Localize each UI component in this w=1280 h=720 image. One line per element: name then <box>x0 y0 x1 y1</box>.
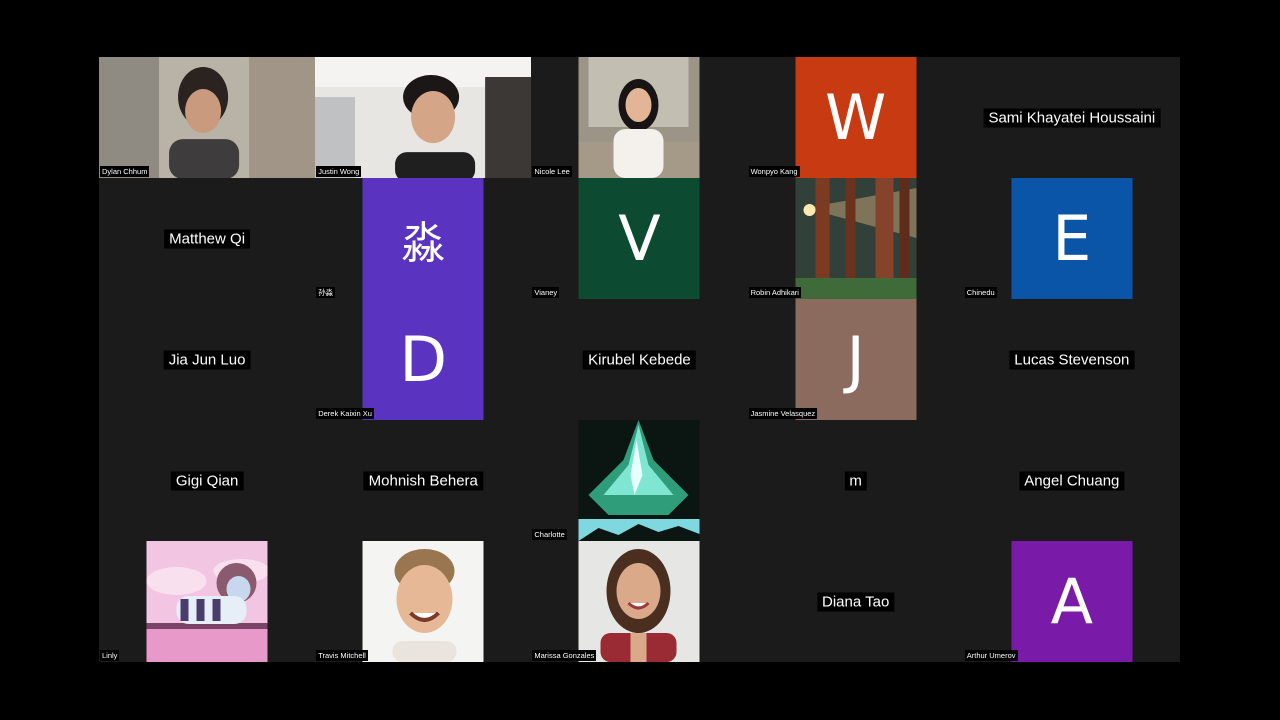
participant-tile-dylan-chhum[interactable]: Dylan Chhum <box>99 57 316 178</box>
avatar-image <box>362 541 484 662</box>
participant-tile-lucas-stevenson[interactable]: Lucas Stevenson <box>963 299 1180 420</box>
participant-tile-wonpyo-kang[interactable]: W Wonpyo Kang <box>747 57 964 178</box>
participant-name: Jasmine Velasquez <box>748 408 818 419</box>
avatar: W <box>795 57 917 178</box>
avatar: J <box>795 299 917 420</box>
participant-name: Travis Mitchell <box>316 650 368 661</box>
avatar: E <box>1011 178 1133 299</box>
avatar: 淼 <box>362 178 484 299</box>
participant-tile-gigi-qian[interactable]: Gigi Qian <box>99 420 316 541</box>
participant-tile-vianey[interactable]: V Vianey <box>531 178 748 299</box>
participant-name: Charlotte <box>532 529 567 540</box>
video-gallery: Dylan Chhum Justin Wong Nicole Lee W Won… <box>99 57 1180 662</box>
participant-tile-mohnish-behera[interactable]: Mohnish Behera <box>315 420 532 541</box>
participant-tile-jasmine-velasquez[interactable]: J Jasmine Velasquez <box>747 299 964 420</box>
participant-tile-m[interactable]: m <box>747 420 964 541</box>
participant-name: Chinedu <box>964 287 997 298</box>
participant-name: Linly <box>100 650 120 661</box>
participant-tile-justin-wong[interactable]: Justin Wong <box>315 57 532 178</box>
participant-tile-marissa-gonzales[interactable]: Marissa Gonzales <box>531 541 748 662</box>
participant-name: Angel Chuang <box>1019 471 1125 490</box>
participant-name: Justin Wong <box>316 166 362 177</box>
participant-name: Lucas Stevenson <box>1009 350 1135 369</box>
avatar: D <box>362 299 484 420</box>
participant-tile-linly[interactable]: Linly <box>99 541 316 662</box>
avatar: A <box>1011 541 1133 662</box>
participant-tile-diana-tao[interactable]: Diana Tao <box>747 541 964 662</box>
participant-tile-arthur-umerov[interactable]: A Arthur Umerov <box>963 541 1180 662</box>
video-feed <box>578 57 700 178</box>
participant-name: Vianey <box>532 287 560 298</box>
participant-name: Wonpyo Kang <box>748 166 800 177</box>
participant-name: Kirubel Kebede <box>583 350 696 369</box>
participant-name: m <box>844 471 867 490</box>
participant-tile-jia-jun-luo[interactable]: Jia Jun Luo <box>99 299 316 420</box>
participant-name: Matthew Qi <box>164 229 251 248</box>
avatar: V <box>578 178 700 299</box>
video-feed <box>315 57 532 178</box>
participant-tile-charlotte[interactable]: Charlotte <box>531 420 748 541</box>
participant-name: 孙淼 <box>316 287 336 298</box>
participant-tile-sun-miao[interactable]: 淼 孙淼 <box>315 178 532 299</box>
participant-name: Arthur Umerov <box>964 650 1018 661</box>
participant-tile-chinedu[interactable]: E Chinedu <box>963 178 1180 299</box>
participant-name: Sami Khayatei Houssaini <box>983 108 1161 127</box>
participant-name: Marissa Gonzales <box>532 650 597 661</box>
participant-tile-robin-adhikari[interactable]: Robin Adhikari <box>747 178 964 299</box>
participant-name: Nicole Lee <box>532 166 572 177</box>
participant-name: Mohnish Behera <box>363 471 483 490</box>
participant-name: Diana Tao <box>817 592 895 611</box>
participant-name: Jia Jun Luo <box>163 350 251 369</box>
participant-name: Gigi Qian <box>170 471 244 490</box>
participant-tile-sami-khayatei-houssaini[interactable]: Sami Khayatei Houssaini <box>963 57 1180 178</box>
avatar-image <box>795 178 917 299</box>
participant-tile-travis-mitchell[interactable]: Travis Mitchell <box>315 541 532 662</box>
participant-tile-matthew-qi[interactable]: Matthew Qi <box>99 178 316 299</box>
participant-tile-nicole-lee[interactable]: Nicole Lee <box>531 57 748 178</box>
avatar-image <box>578 420 700 541</box>
participant-name: Derek Kaixin Xu <box>316 408 374 419</box>
participant-tile-derek-kaixin-xu[interactable]: D Derek Kaixin Xu <box>315 299 532 420</box>
avatar-image <box>578 541 700 662</box>
avatar-image <box>146 541 268 662</box>
participant-tile-kirubel-kebede[interactable]: Kirubel Kebede <box>531 299 748 420</box>
participant-name: Robin Adhikari <box>748 287 801 298</box>
participant-tile-angel-chuang[interactable]: Angel Chuang <box>963 420 1180 541</box>
participant-name: Dylan Chhum <box>100 166 150 177</box>
video-feed <box>99 57 316 178</box>
